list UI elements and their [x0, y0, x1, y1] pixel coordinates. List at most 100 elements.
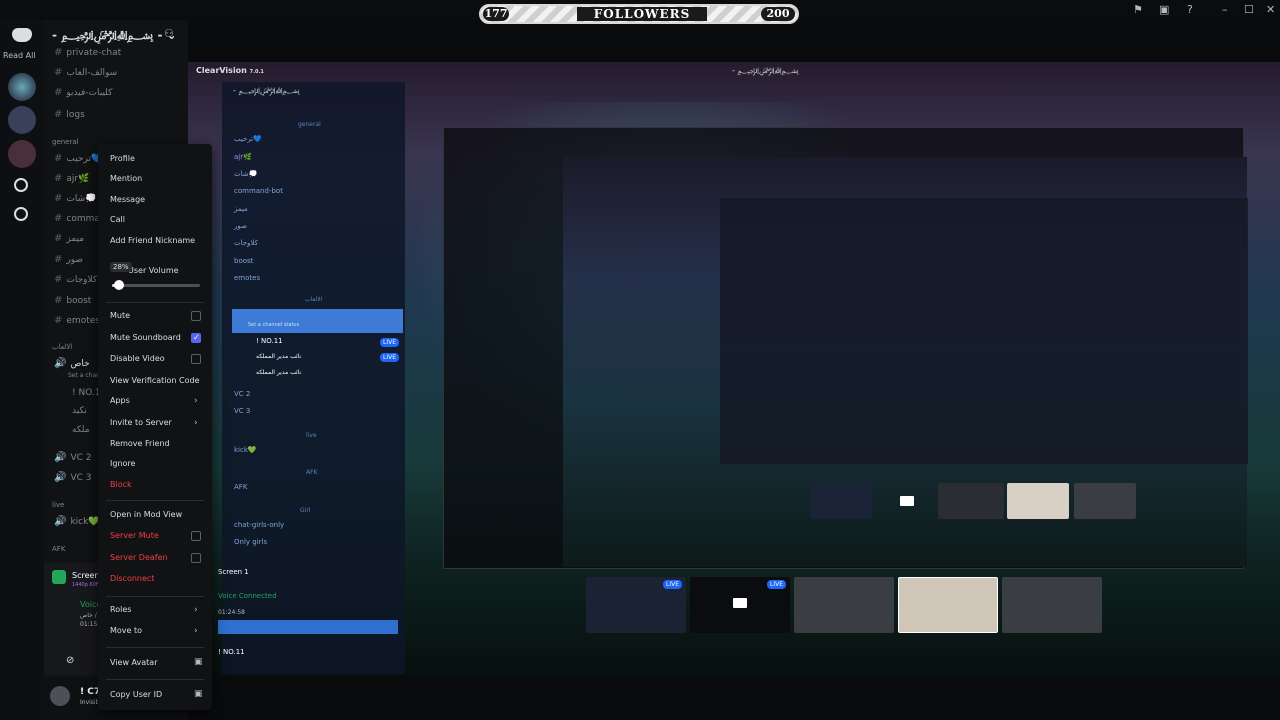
live-badge: LIVE — [380, 353, 400, 362]
maximize-button[interactable]: ☐ — [1244, 3, 1254, 16]
stream-inner-user: ! NO.11 — [256, 337, 283, 345]
channel-item[interactable]: # ميمز — [54, 233, 84, 244]
screen-share-icon — [52, 570, 66, 584]
inbox-icon[interactable]: ⚑ — [1133, 3, 1143, 16]
disable-video-checkbox[interactable] — [191, 354, 201, 364]
channel-item[interactable]: # كليبات-فيديو — [54, 87, 112, 98]
stream-inner-server-name: - ﷽ — [233, 86, 300, 95]
menu-copy-id[interactable]: Copy User ID — [110, 690, 162, 699]
volume-slider-handle[interactable] — [114, 280, 125, 290]
participant-tile[interactable] — [938, 483, 1004, 519]
menu-server-mute[interactable]: Server Mute — [110, 531, 159, 540]
voice-channel-item[interactable]: 🔊 kick💚 — [54, 516, 100, 527]
channel-item[interactable]: # emotes — [54, 315, 100, 326]
volume-percent-tooltip: 28% — [110, 262, 132, 272]
nested-stream-window — [720, 198, 1248, 464]
menu-disconnect[interactable]: Disconnect — [110, 574, 154, 583]
menu-call[interactable]: Call — [110, 215, 125, 224]
stream-inner-channel: VC 2 — [234, 390, 251, 398]
stream-inner-channel: command-bot — [234, 187, 283, 195]
stream-inner-controls — [218, 620, 398, 634]
channel-item[interactable]: # ajr🌿 — [54, 173, 89, 184]
category-live[interactable]: live — [52, 501, 64, 509]
menu-roles[interactable]: Roles — [110, 605, 131, 614]
voice-user[interactable]: نكيد — [72, 406, 87, 416]
add-user-icon[interactable]: ⚇ — [164, 27, 174, 40]
mute-soundboard-checkbox[interactable] — [191, 333, 201, 343]
discover-icon[interactable] — [14, 207, 28, 221]
stream-app-title: ClearVision 7.0.1 — [196, 66, 264, 75]
category-afk[interactable]: AFK — [52, 545, 65, 553]
menu-divider — [106, 500, 204, 501]
menu-profile[interactable]: Profile — [110, 154, 135, 163]
participant-tile[interactable] — [1074, 483, 1136, 519]
video-off-icon[interactable]: ⊘ — [66, 655, 74, 666]
participant-tile[interactable] — [1002, 577, 1102, 633]
avatar[interactable] — [50, 686, 70, 706]
screen-icon[interactable]: ▣ — [1159, 3, 1169, 16]
menu-block[interactable]: Block — [110, 480, 132, 489]
chevron-right-icon: › — [194, 605, 198, 615]
server-folder-icon[interactable] — [8, 106, 36, 134]
channel-item[interactable]: # سوالف-العاب — [54, 67, 117, 78]
participant-tile[interactable] — [1007, 483, 1069, 519]
stream-inner-channel: ترحيب💙 — [234, 135, 262, 143]
menu-move-to[interactable]: Move to — [110, 626, 142, 635]
mute-checkbox[interactable] — [191, 311, 201, 321]
menu-view-avatar[interactable]: View Avatar — [110, 658, 158, 667]
followers-label: FOLLOWERS — [577, 7, 707, 21]
menu-add-nickname[interactable]: Add Friend Nickname — [110, 236, 195, 245]
minimize-button[interactable]: – — [1222, 3, 1228, 16]
participant-tile[interactable] — [794, 577, 894, 633]
server-deafen-checkbox[interactable] — [191, 553, 201, 563]
server-icon[interactable] — [8, 73, 36, 101]
menu-message[interactable]: Message — [110, 195, 145, 204]
stream-server-title: - ﷽ — [732, 66, 799, 75]
participant-tile[interactable] — [898, 577, 998, 633]
add-server-icon[interactable] — [14, 178, 28, 192]
server-mute-checkbox[interactable] — [191, 531, 201, 541]
channel-item[interactable]: # ترحيب💙 — [54, 153, 102, 164]
menu-ignore[interactable]: Ignore — [110, 459, 135, 468]
server-name[interactable]: - ﷽ - ⌄ — [52, 26, 177, 47]
stream-inner-category: live — [306, 432, 317, 439]
menu-mute-soundboard[interactable]: Mute Soundboard — [110, 333, 181, 342]
discord-logo-icon[interactable] — [12, 28, 32, 42]
category-games[interactable]: الالعاب — [52, 343, 72, 351]
menu-server-deafen[interactable]: Server Deafen — [110, 553, 168, 562]
live-badge: LIVE — [663, 580, 683, 589]
read-all-button[interactable]: Read All — [3, 51, 36, 60]
stream-inner-channel: chat-girls-only — [234, 521, 285, 529]
menu-mod-view[interactable]: Open in Mod View — [110, 510, 182, 519]
participant-tile[interactable] — [810, 483, 872, 519]
channel-item[interactable]: # boost — [54, 295, 91, 306]
image-icon: ▣ — [194, 657, 203, 667]
menu-mute[interactable]: Mute — [110, 311, 130, 320]
followers-goal: 200 — [761, 7, 795, 21]
channel-item[interactable]: # شات💭 — [54, 193, 96, 204]
voice-user[interactable]: ملكه — [72, 425, 90, 435]
stream-inner-channel: VC 3 — [234, 407, 251, 415]
stream-inner-timer: 01:24:58 — [218, 609, 245, 616]
help-icon[interactable]: ? — [1187, 3, 1193, 16]
voice-channel-item[interactable]: 🔊 خاص — [54, 358, 90, 369]
menu-invite[interactable]: Invite to Server — [110, 418, 172, 427]
menu-mention[interactable]: Mention — [110, 174, 142, 183]
volume-slider[interactable] — [112, 280, 200, 290]
menu-remove-friend[interactable]: Remove Friend — [110, 439, 170, 448]
channel-item[interactable]: # logs — [54, 109, 85, 120]
menu-apps[interactable]: Apps — [110, 396, 130, 405]
stream-inner-channel: ajr🌿 — [234, 153, 252, 161]
menu-disable-video[interactable]: Disable Video — [110, 354, 165, 363]
followers-goal-bar: 177 FOLLOWERS 200 — [479, 4, 799, 24]
voice-channel-item[interactable]: 🔊 VC 3 — [54, 472, 91, 483]
channel-item[interactable]: # صور — [54, 254, 83, 265]
channel-item[interactable]: # كلاوجات — [54, 274, 97, 285]
close-button[interactable]: ✕ — [1266, 3, 1275, 16]
chevron-right-icon: › — [194, 626, 198, 636]
menu-view-verification[interactable]: View Verification Code — [110, 376, 200, 385]
voice-channel-item[interactable]: 🔊 VC 2 — [54, 452, 91, 463]
channel-item[interactable]: # private-chat — [54, 47, 121, 58]
category-general[interactable]: general — [52, 138, 79, 146]
server-folder-icon[interactable] — [8, 140, 36, 168]
